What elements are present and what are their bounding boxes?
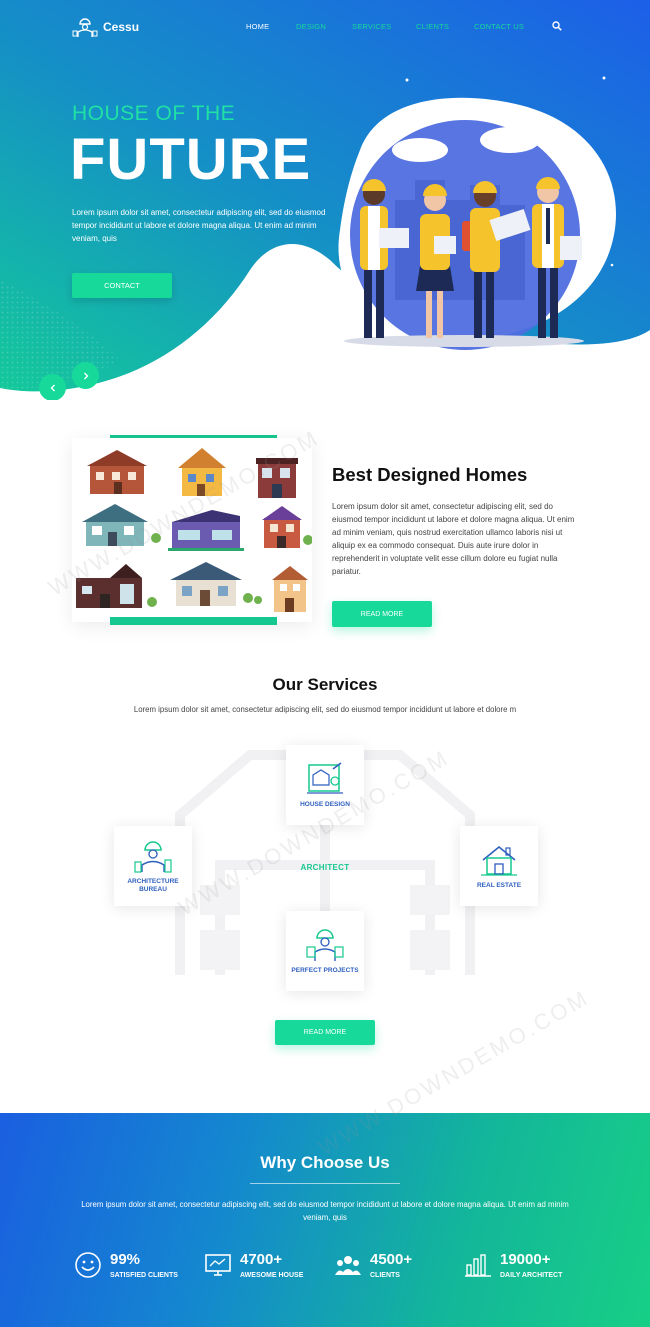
services-read-more-button[interactable]: READ MORE — [275, 1020, 375, 1045]
brand-name: Cessu — [103, 20, 140, 34]
why-text: Lorem ipsum dolor sit amet, consectetur … — [81, 1200, 569, 1222]
bar-chart-icon — [465, 1254, 491, 1277]
stat-value: 19000+ — [500, 1251, 551, 1268]
stat-daily-architect: 19000+ DAILY ARCHITECT — [464, 1251, 562, 1279]
monitor-icon — [205, 1254, 231, 1276]
stat-satisfied-clients: 99% SATISFIED CLIENTS — [74, 1251, 178, 1279]
stat-clients: 4500+ CLIENTS — [334, 1251, 412, 1279]
house-icon — [481, 845, 517, 876]
hero-subtitle: HOUSE OF THE — [72, 102, 236, 125]
why-title-underline — [250, 1183, 400, 1184]
blueprint-icon — [307, 762, 343, 794]
search-icon[interactable] — [552, 21, 562, 31]
nav-services[interactable]: SERVICES — [352, 22, 391, 31]
nav-design[interactable]: DESIGN — [296, 22, 326, 31]
hero-title: FUTURE — [70, 127, 312, 192]
prev-slide-button[interactable] — [39, 374, 66, 400]
homes-text: Lorem ipsum dolor sit amet, consectetur … — [332, 502, 575, 576]
service-label-house-design: HOUSE DESIGN — [300, 801, 350, 808]
contact-button[interactable]: CONTACT — [72, 273, 172, 298]
hero-text: Lorem ipsum dolor sit amet, consectetur … — [72, 208, 326, 243]
chevron-right-icon — [83, 372, 88, 379]
next-slide-button[interactable] — [72, 362, 99, 389]
service-card-perfect-projects[interactable]: PERFECT PROJECTS — [286, 911, 364, 991]
stat-label: CLIENTS — [370, 1272, 400, 1279]
service-card-real-estate[interactable]: REAL ESTATE — [460, 826, 538, 906]
service-card-house-design[interactable]: HOUSE DESIGN — [286, 745, 364, 825]
construction-workers-illustration — [344, 177, 584, 347]
service-label-perfect-projects: PERFECT PROJECTS — [291, 967, 359, 974]
stat-label: AWESOME HOUSE — [240, 1272, 304, 1279]
why-title: Why Choose Us — [260, 1153, 390, 1172]
smiley-icon — [75, 1252, 101, 1278]
stat-value: 99% — [110, 1251, 141, 1268]
worker-logo-icon — [72, 18, 98, 37]
people-icon — [335, 1256, 361, 1275]
logo[interactable]: Cessu — [72, 16, 139, 38]
stat-label: DAILY ARCHITECT — [500, 1272, 563, 1279]
stat-awesome-house: 4700+ AWESOME HOUSE — [204, 1251, 303, 1279]
stat-value: 4700+ — [240, 1251, 283, 1268]
service-label-real-estate: REAL ESTATE — [476, 882, 522, 889]
stat-label: SATISFIED CLIENTS — [110, 1272, 178, 1279]
homes-illustration-card — [72, 438, 313, 622]
hero-section: Cessu HOME DESIGN SERVICES CLIENTS CONTA… — [0, 0, 650, 400]
engineer-icon — [306, 929, 344, 961]
services-center-label: ARCHITECT — [300, 863, 350, 872]
nav-clients[interactable]: CLIENTS — [416, 22, 449, 31]
homes-read-more-button[interactable]: READ MORE — [332, 601, 432, 627]
services-title: Our Services — [272, 675, 378, 694]
why-choose-us-section: Why Choose Us Lorem ipsum dolor sit amet… — [0, 1113, 650, 1327]
service-label-architecture-bureau: ARCHITECTURE BUREAU — [127, 878, 179, 893]
chevron-left-icon — [50, 384, 55, 391]
stat-value: 4500+ — [370, 1251, 413, 1268]
top-nav: Cessu HOME DESIGN SERVICES CLIENTS CONTA… — [0, 14, 650, 40]
nav-home[interactable]: HOME — [246, 22, 269, 31]
houses-illustration — [76, 448, 313, 612]
homes-title: Best Designed Homes — [332, 464, 528, 485]
services-text: Lorem ipsum dolor sit amet, consectetur … — [133, 705, 517, 714]
homes-accent-bar-bottom — [110, 617, 277, 625]
nav-contact-us[interactable]: CONTACT US — [474, 22, 524, 31]
